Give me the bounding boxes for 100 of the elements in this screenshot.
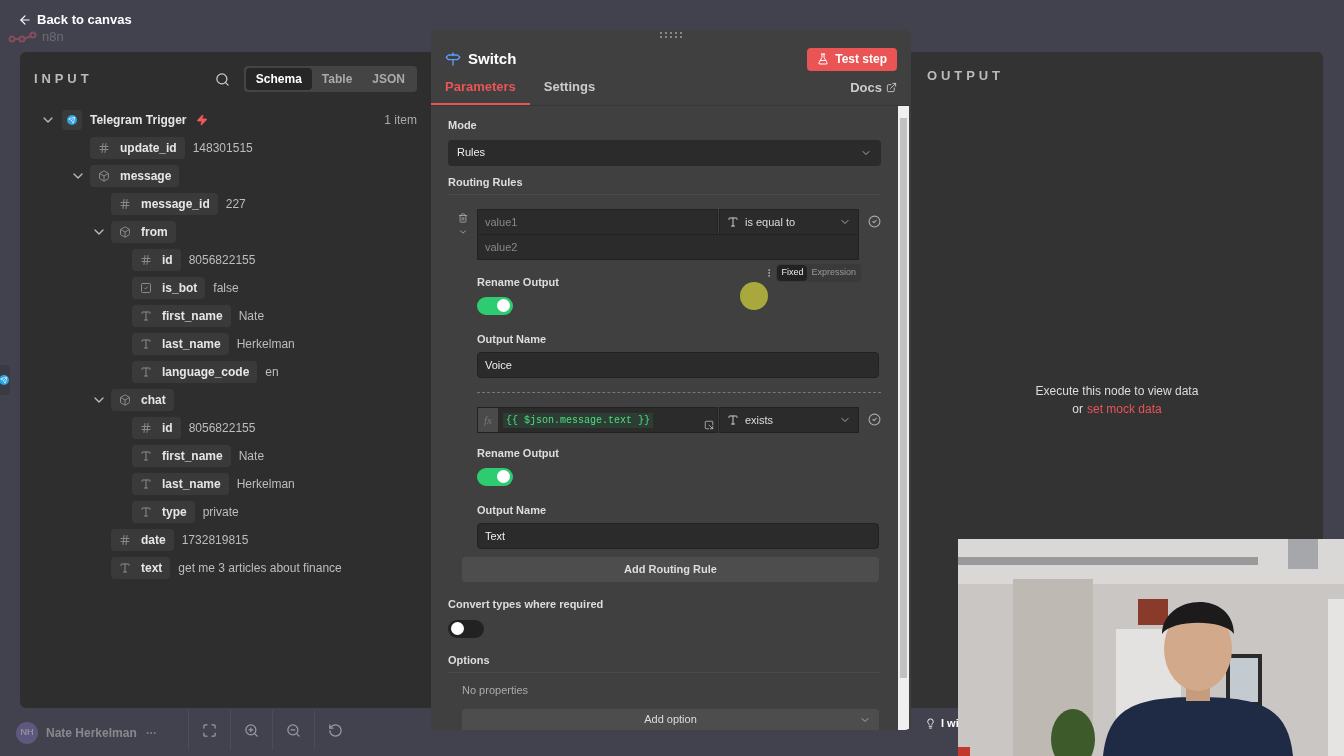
hash-icon [98, 142, 110, 154]
field-pill[interactable]: date [111, 529, 174, 551]
toggle-switch[interactable] [448, 619, 484, 638]
view-tab[interactable]: JSON [362, 68, 415, 90]
field-label: Output Name [477, 502, 547, 518]
view-tab[interactable]: Schema [245, 68, 312, 90]
section-title: Routing Rules [448, 173, 881, 195]
expand-icon[interactable] [704, 420, 714, 430]
zoom-in-icon [244, 722, 259, 738]
check-icon [868, 413, 881, 426]
field-label: Rename Output [477, 446, 559, 461]
field-key: id [162, 419, 173, 437]
field-key: from [141, 223, 168, 241]
field-value: 148301515 [192, 140, 253, 157]
field-key: update_id [120, 139, 177, 157]
cube-icon [119, 226, 131, 238]
field-pill[interactable]: message_id [111, 193, 218, 215]
text-type-icon [140, 338, 152, 350]
field-key: type [162, 503, 187, 521]
field-pill[interactable]: id [132, 417, 181, 439]
view-tab[interactable]: Table [311, 68, 363, 90]
output-name-field[interactable]: Text [477, 523, 879, 549]
add-rule-button[interactable]: Add Routing Rule [462, 557, 879, 582]
mock-data-link[interactable]: set mock data [1087, 399, 1162, 418]
field-pill[interactable]: first_name [132, 445, 231, 467]
signpost-icon [445, 51, 461, 67]
text-type-icon [140, 506, 152, 518]
text-type-icon [140, 450, 152, 462]
field-key: is_bot [162, 279, 198, 297]
field-pill[interactable]: language_code [132, 361, 258, 383]
text-type-icon [140, 366, 152, 378]
check-icon [868, 215, 881, 228]
trash-icon[interactable] [457, 213, 468, 223]
expression-code: {{ $json.message.text }} [503, 412, 654, 428]
back-link[interactable]: Back to canvas [18, 12, 132, 27]
operator-select[interactable]: exists [719, 407, 859, 433]
field-value: 1732819815 [181, 532, 249, 549]
node-title: Switch [468, 48, 517, 69]
field-key: first_name [162, 447, 223, 465]
paper-plane-icon [67, 115, 77, 125]
field-pill[interactable]: last_name [132, 333, 229, 355]
hash-icon [140, 254, 152, 266]
field-pill[interactable]: from [111, 221, 176, 243]
flask-icon [817, 53, 830, 65]
field-pill[interactable]: update_id [90, 137, 185, 159]
field-pill[interactable]: first_name [132, 305, 231, 327]
item-count: 1 item [384, 112, 417, 129]
field-key: last_name [162, 335, 221, 353]
undo-icon [328, 722, 343, 738]
field-pill[interactable]: is_bot [132, 277, 206, 299]
field-key: message [120, 167, 172, 185]
field-value: Herkelman [236, 476, 295, 493]
cube-icon [98, 170, 110, 182]
field-value: Nate [238, 308, 265, 325]
panel-tab[interactable]: Settings [529, 71, 610, 105]
logo-icon [8, 29, 38, 44]
field-pill[interactable]: id [132, 249, 181, 271]
field-key: chat [141, 391, 166, 409]
test-step-button[interactable]: Test step [807, 47, 897, 71]
field-value: 8056822155 [188, 420, 256, 437]
field-value: en [265, 364, 279, 381]
cursor-highlight-icon [740, 282, 768, 310]
hint-text: I wi [941, 716, 959, 731]
toggle-switch[interactable] [477, 296, 513, 315]
field-pill[interactable]: type [132, 501, 195, 523]
field-label: Output Name [477, 331, 547, 347]
mode-option[interactable]: Expression [807, 265, 860, 281]
field-pill[interactable]: text [111, 557, 171, 579]
text-type-icon [140, 310, 152, 322]
mode-option[interactable]: Fixed [777, 265, 808, 281]
docs-link[interactable]: Docs [850, 77, 897, 97]
search-icon[interactable] [214, 71, 230, 87]
field-label: Mode [448, 118, 478, 133]
checkbox-icon [140, 282, 152, 294]
field-key: text [141, 559, 163, 577]
text-type-icon [727, 216, 739, 228]
field-key: date [141, 531, 166, 549]
field-value: private [202, 504, 239, 521]
field-key: last_name [162, 475, 221, 493]
operator-select[interactable]: is equal to [719, 209, 859, 235]
text-type-icon [119, 562, 131, 574]
panel-title: INPUT [34, 70, 93, 89]
empty-message: or [1072, 400, 1083, 418]
drag-handle-icon[interactable] [659, 32, 683, 38]
scrollbar[interactable] [898, 106, 909, 730]
lightning-icon [196, 114, 209, 126]
toggle-switch[interactable] [477, 467, 513, 486]
field-pill[interactable]: chat [111, 389, 174, 411]
field-value: false [213, 280, 239, 297]
value-field[interactable]: value1 [477, 209, 718, 235]
panel-title: OUTPUT [927, 67, 1005, 85]
output-name-field[interactable]: Voice [477, 352, 879, 378]
field-pill[interactable]: message [90, 165, 180, 187]
value-field[interactable]: value2 [477, 234, 859, 260]
mode-select[interactable]: Rules [448, 139, 881, 166]
lightbulb-icon [925, 717, 936, 729]
expand-icon [202, 722, 217, 738]
add-option-button[interactable]: Add option [462, 708, 879, 730]
field-pill[interactable]: last_name [132, 473, 229, 495]
field-value: 8056822155 [188, 252, 256, 269]
